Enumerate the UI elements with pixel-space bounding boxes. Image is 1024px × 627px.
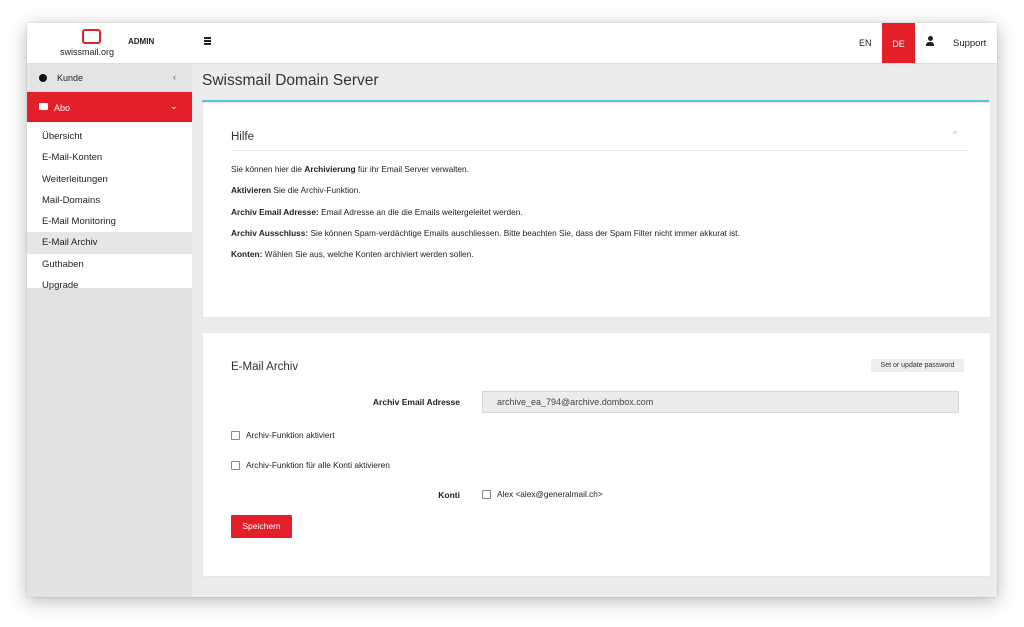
sidebar-item-guthaben[interactable]: Guthaben [27,254,192,275]
logo-area[interactable]: swissmail.org ADMIN [27,23,192,64]
help-divider [231,150,967,151]
archive-title: E-Mail Archiv [231,361,299,373]
logo-text: swissmail.org [60,47,115,57]
sidebar-item-email-archiv[interactable]: E-Mail Archiv [27,232,192,254]
help-line: Archiv Ausschluss: Sie können Spam-verdä… [231,228,740,238]
chevron-down-icon: ⌄ [170,101,178,111]
sidebar-item-label: Abo [54,103,71,113]
archive-card: E-Mail Archiv Set or update password Arc… [202,332,991,577]
konti-label: Konti [438,490,460,500]
page-title: Swissmail Domain Server [202,72,379,89]
help-line: Konten: Wählen Sie aus, welche Konten ar… [231,249,474,259]
archive-activate-label: Archiv-Funktion aktiviert [246,430,335,440]
archive-activate-checkbox[interactable] [231,431,240,440]
sidebar-item-upgrade[interactable]: Upgrade [27,275,192,296]
sidebar: swissmail.org ADMIN Kunde ‹ Abo ⌄ Übersi… [27,23,192,597]
sidebar-item-email-monitoring[interactable]: E-Mail Monitoring [27,211,192,232]
help-line: Archiv Email Adresse: Email Adresse an d… [231,207,523,217]
collapse-icon[interactable]: ^ [953,130,957,139]
help-card: Hilfe ^ Sie können hier die Archivierung… [202,102,991,318]
top-bar: EN DE Support [192,23,997,64]
help-line: Aktivieren Sie die Archiv-Funktion. [231,185,361,195]
save-button[interactable]: Speichern [231,515,292,538]
sidebar-item-mail-domains[interactable]: Mail-Domains [27,190,192,211]
help-line: Sie können hier die Archivierung für ihr… [231,164,469,174]
help-title: Hilfe [231,131,255,143]
circle-icon [39,74,47,82]
hamburger-menu-icon[interactable] [204,37,211,45]
subnav: Übersicht E-Mail-Konten Weiterleitungen … [27,122,192,291]
archive-all-label: Archiv-Funktion für alle Konti aktiviere… [246,460,390,470]
support-link[interactable]: Support [953,38,986,49]
admin-label: ADMIN [128,37,155,46]
language-de-button[interactable]: DE [882,23,915,63]
sidebar-item-uebersicht[interactable]: Übersicht [27,126,192,147]
archive-all-checkbox[interactable] [231,461,240,470]
sidebar-item-weiterleitungen[interactable]: Weiterleitungen [27,169,192,190]
language-en-button[interactable]: EN [859,38,872,48]
konti-account-label: Alex <alex@generalmail.ch> [497,489,603,499]
sidebar-item-kunde[interactable]: Kunde ‹ [27,64,192,92]
archive-address-label: Archiv Email Adresse [372,397,460,407]
briefcase-icon [39,103,48,110]
sidebar-item-email-konten[interactable]: E-Mail-Konten [27,147,192,168]
chevron-left-icon: ‹ [173,72,176,82]
swissmail-logo-icon [82,29,101,44]
archive-address-input[interactable] [482,391,959,413]
sidebar-item-label: Kunde [57,73,84,83]
konti-account-checkbox[interactable] [482,490,491,499]
user-icon[interactable] [926,36,934,46]
app-window: swissmail.org ADMIN Kunde ‹ Abo ⌄ Übersi… [27,23,997,597]
set-password-button[interactable]: Set or update password [871,359,964,372]
sidebar-item-abo[interactable]: Abo ⌄ [27,92,192,122]
